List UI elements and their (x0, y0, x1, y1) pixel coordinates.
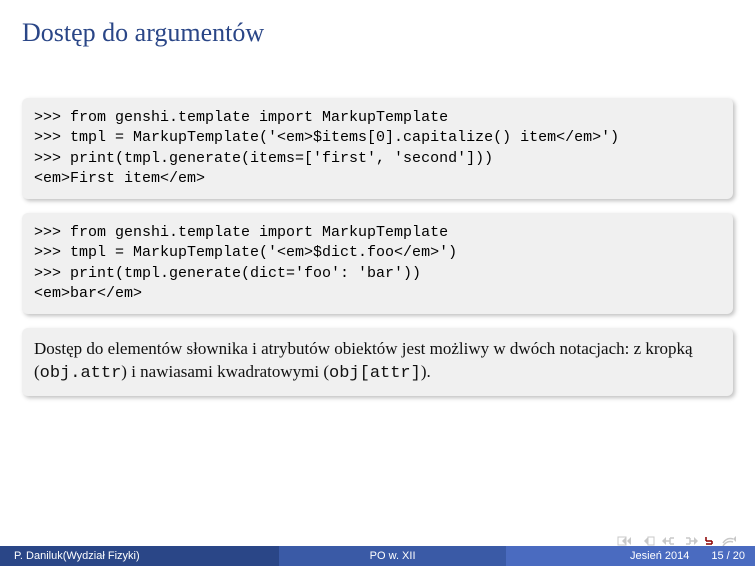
note-text-3: ). (421, 362, 431, 381)
footer-center: PO w. XII (279, 546, 506, 566)
code-block-2: >>> from genshi.template import MarkupTe… (22, 213, 733, 314)
nav-back-icon[interactable] (721, 536, 737, 546)
footer-page: 15 / 20 (711, 550, 745, 562)
slide: Dostęp do argumentów >>> from genshi.tem… (0, 0, 755, 566)
nav-next-sub-icon[interactable] (683, 536, 699, 546)
nav-first-icon[interactable] (617, 536, 633, 546)
footer-bar: P. Daniluk(Wydział Fizyki) PO w. XII Jes… (0, 546, 755, 566)
note-text-2: ) i nawiasami kwadratowymi ( (121, 362, 329, 381)
footer-term: Jesień 2014 (630, 550, 689, 562)
nav-prev-sub-icon[interactable] (661, 536, 677, 546)
nav-marker-icon[interactable] (705, 536, 715, 546)
nav-prev-icon[interactable] (639, 536, 655, 546)
note-code-1: obj.attr (40, 364, 122, 383)
nav-controls (617, 536, 737, 546)
note-block: Dostęp do elementów słownika i atrybutów… (22, 328, 733, 396)
note-code-2: obj[attr] (329, 364, 421, 383)
slide-title: Dostęp do argumentów (22, 18, 733, 48)
code-block-1: >>> from genshi.template import MarkupTe… (22, 98, 733, 199)
footer-author: P. Daniluk(Wydział Fizyki) (0, 546, 279, 566)
